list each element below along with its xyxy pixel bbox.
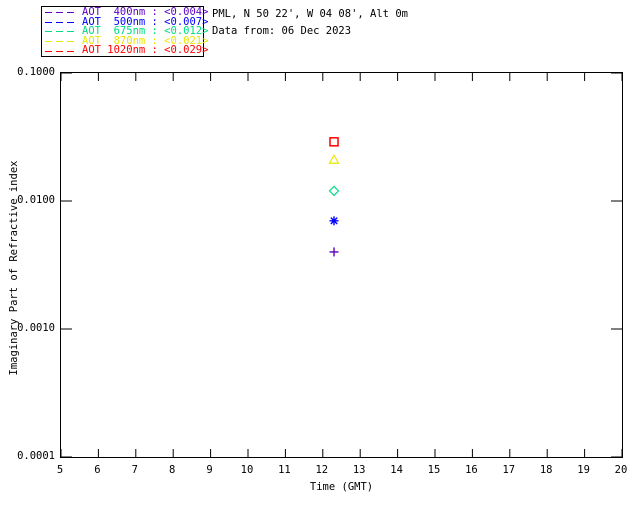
x-tick-label: 18 (539, 464, 553, 476)
legend-dash-swatch (45, 41, 78, 43)
marker-diamond (328, 185, 340, 197)
legend-dash-swatch (45, 21, 78, 23)
aeronet-refractive-index-plot: AOT 400nm : <0.004> AOT 500nm : <0.007> AO… (0, 0, 640, 512)
y-tick-label: 0.1000 (17, 66, 55, 78)
x-tick-label: 14 (390, 464, 403, 476)
x-tick-label: 15 (427, 464, 441, 476)
x-tick-label: 6 (94, 464, 101, 476)
marker-square (329, 137, 339, 147)
x-tick-label: 7 (131, 464, 138, 476)
x-tick-label: 8 (169, 464, 176, 476)
date-subtitle: Data from: 06 Dec 2023 (212, 25, 352, 37)
plot-area-svg (61, 73, 622, 457)
x-tick-label: 11 (278, 464, 291, 476)
x-tick-label: 19 (577, 464, 590, 476)
x-tick-label: 20 (614, 464, 628, 476)
legend-dash-swatch (45, 50, 78, 52)
x-axis-title: Time (GMT) (309, 481, 374, 493)
plot-frame (60, 72, 623, 458)
x-tick-label: 17 (502, 464, 516, 476)
x-tick-label: 9 (206, 464, 213, 476)
x-tick-label: 5 (56, 464, 64, 476)
x-tick-label: 13 (352, 464, 366, 476)
legend-item-label: AOT 1020nm : <0.029> (82, 44, 209, 57)
site-title: PML, N 50 22', W 04 08', Alt 0m (212, 8, 408, 20)
legend-dash-swatch (45, 12, 78, 14)
x-tick-label: 16 (465, 464, 478, 476)
x-tick-label: 12 (315, 464, 329, 476)
legend-item: AOT 1020nm : <0.029> (45, 45, 208, 56)
legend-box: AOT 400nm : <0.004> AOT 500nm : <0.007> AO… (41, 6, 208, 57)
marker-triangle (328, 154, 340, 164)
y-axis-title: Imaginary Part of Refractive index (8, 160, 20, 376)
y-tick-label: 0.0001 (17, 450, 55, 462)
legend-dash-swatch (45, 31, 78, 33)
x-tick-label: 10 (240, 464, 254, 476)
